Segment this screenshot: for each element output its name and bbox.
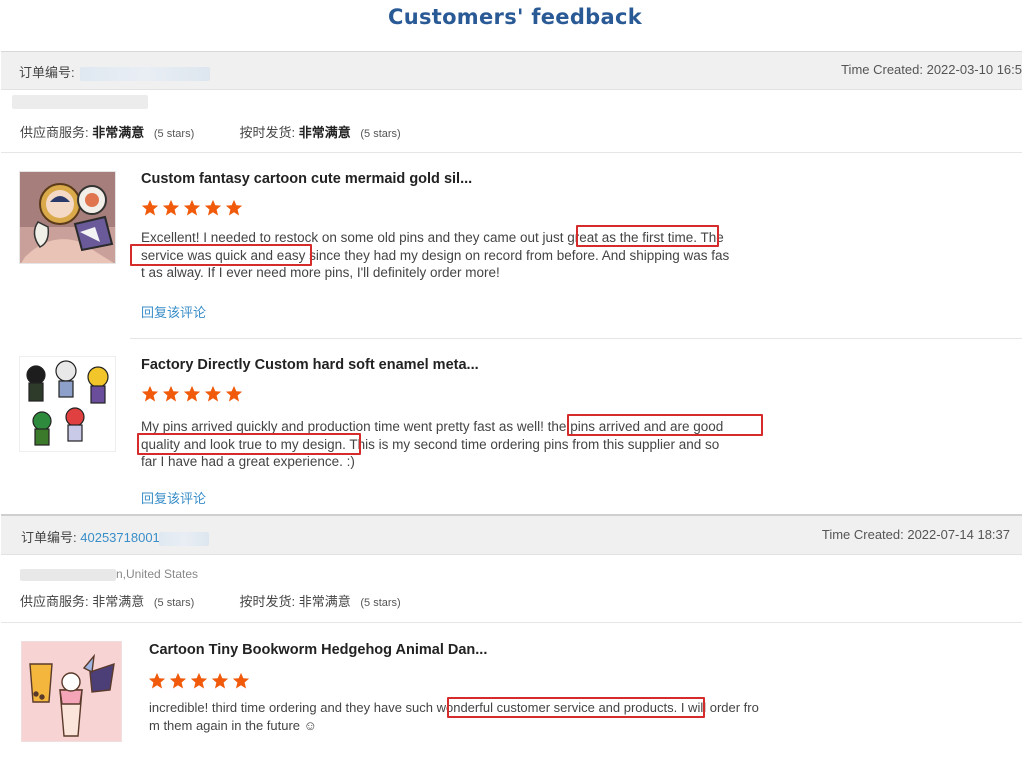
on-time-stars: (5 stars): [360, 128, 401, 140]
on-time-value: 非常满意: [298, 594, 351, 609]
review-text: My pins arrived quickly and production t…: [141, 418, 771, 471]
order-ratings: 供应商服务: 非常满意 (5 stars) 按时发货: 非常满意 (5 star…: [20, 591, 401, 610]
order-header: 订单编号: Time Created: 2022-03-10 16:5: [1, 51, 1022, 90]
time-created: Time Created: 2022-03-10 16:5: [841, 62, 1022, 77]
buyer-location-row: n,United States: [20, 567, 198, 581]
supplier-service-label: 供应商服务:: [20, 125, 89, 140]
product-title[interactable]: Factory Directly Custom hard soft enamel…: [141, 357, 479, 373]
buyer-location: n,United States: [116, 567, 199, 581]
order-number-label: 订单编号:: [21, 530, 77, 545]
divider: [1, 622, 1022, 623]
order-number-label: 订单编号:: [19, 65, 75, 80]
supplier-service-stars: (5 stars): [153, 128, 195, 140]
star-icon: [141, 385, 159, 402]
review-line: My pins arrived quickly and production t…: [141, 419, 724, 434]
star-icon: [204, 199, 222, 216]
reply-to-review-link[interactable]: 回复该评论: [141, 302, 206, 321]
order-number-row: 订单编号: 40253718001: [21, 527, 210, 546]
divider: [130, 338, 1022, 339]
review-line: incredible! third time ordering and they…: [149, 700, 759, 715]
on-time-label: 按时发货:: [239, 125, 296, 140]
star-icon: [183, 385, 201, 402]
star-icon: [183, 199, 201, 216]
order-number-row: 订单编号:: [19, 62, 211, 81]
star-icon: [211, 672, 229, 689]
star-icon: [225, 385, 243, 402]
reply-to-review-link[interactable]: 回复该评论: [141, 488, 206, 507]
divider: [1, 152, 1022, 153]
star-icon: [225, 199, 243, 216]
product-title[interactable]: Custom fantasy cartoon cute mermaid gold…: [141, 171, 472, 187]
star-icon: [169, 672, 187, 689]
redacted-order-number: [80, 66, 211, 81]
on-time-label: 按时发货:: [239, 594, 296, 609]
page-title: Customers' feedback: [387, 5, 643, 29]
rating-stars: [141, 199, 243, 217]
star-icon: [141, 199, 159, 216]
order-header: 订单编号: 40253718001 Time Created: 2022-07-…: [1, 514, 1022, 555]
on-time-value: 非常满意: [298, 125, 351, 140]
review-text: Excellent! I needed to restock on some o…: [141, 229, 761, 282]
star-icon: [162, 199, 180, 216]
product-thumbnail-anime-pins[interactable]: [19, 356, 116, 452]
review-line: service was quick and easy since they ha…: [141, 247, 730, 263]
rating-stars: [148, 672, 250, 690]
star-icon: [190, 672, 208, 689]
rating-stars: [141, 385, 243, 403]
star-icon: [204, 385, 222, 402]
time-created: Time Created: 2022-07-14 18:37: [821, 527, 1010, 542]
redacted-buyer-name: [12, 95, 148, 109]
review-line: quality and look true to my design. This…: [141, 436, 720, 452]
review-line: far I have had a great experience. :): [141, 454, 355, 469]
review-text: incredible! third time ordering and they…: [149, 699, 809, 734]
supplier-service-label: 供应商服务:: [20, 594, 89, 609]
review-line: Excellent! I needed to restock on some o…: [141, 230, 724, 245]
redacted-buyer-name: [20, 568, 116, 581]
star-icon: [148, 672, 166, 689]
product-thumbnail-mermaid-pins[interactable]: [19, 171, 116, 264]
on-time-stars: (5 stars): [360, 597, 401, 609]
review-line: m them again in the future ☺: [149, 717, 317, 733]
supplier-service-value: 非常满意: [92, 594, 145, 609]
review-line: t as alway. If I ever need more pins, I'…: [141, 265, 500, 280]
order-number[interactable]: 40253718001: [80, 530, 160, 545]
star-icon: [162, 385, 180, 402]
product-thumbnail-bubble-tea-pins[interactable]: [21, 641, 122, 742]
supplier-service-stars: (5 stars): [153, 597, 195, 609]
product-title[interactable]: Cartoon Tiny Bookworm Hedgehog Animal Da…: [149, 642, 487, 658]
supplier-service-value: 非常满意: [92, 125, 145, 140]
order-ratings: 供应商服务: 非常满意 (5 stars) 按时发货: 非常满意 (5 star…: [20, 122, 401, 141]
redacted-order-number: [159, 531, 210, 546]
star-icon: [232, 672, 250, 689]
